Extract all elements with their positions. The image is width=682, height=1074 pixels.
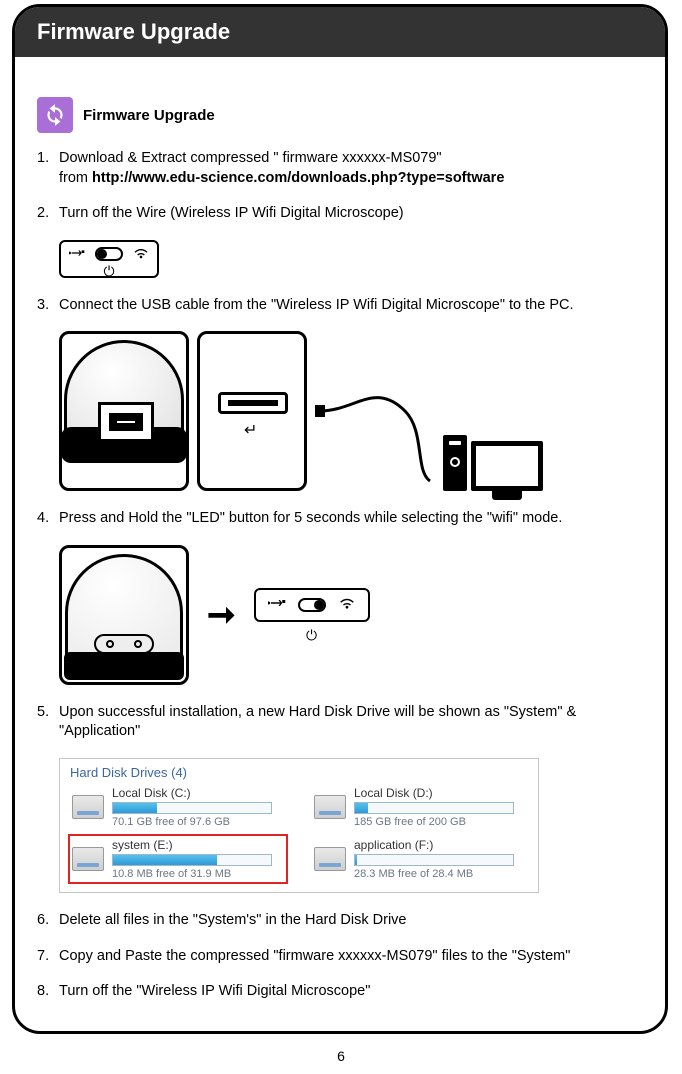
usb-icon	[268, 596, 286, 614]
page-title: Firmware Upgrade	[37, 19, 230, 45]
step-number: 7.	[37, 947, 59, 967]
refresh-icon	[37, 97, 73, 133]
drive-free: 185 GB free of 200 GB	[354, 816, 526, 828]
step-body: Upon successful installation, a new Hard…	[59, 703, 643, 742]
usb-cable-illustration	[315, 371, 435, 491]
step-2-figure: ⏻	[59, 240, 643, 278]
drive-item: Local Disk (D:) 185 GB free of 200 GB	[312, 784, 528, 830]
drive-item: application (F:) 28.3 MB free of 28.4 MB	[312, 836, 528, 882]
step-number: 1.	[37, 149, 59, 188]
drive-bar	[354, 802, 514, 814]
explorer-drives-panel: Hard Disk Drives (4) Local Disk (C:) 70.1…	[59, 758, 539, 893]
drive-name: system (E:)	[112, 838, 284, 852]
drive-info: application (F:) 28.3 MB free of 28.4 MB	[354, 838, 526, 880]
pc-illustration	[443, 435, 543, 491]
drive-info: system (E:) 10.8 MB free of 31.9 MB	[112, 838, 284, 880]
step-body: Press and Hold the "LED" button for 5 se…	[59, 509, 643, 529]
drive-name: application (F:)	[354, 838, 526, 852]
step-body: Download & Extract compressed " firmware…	[59, 149, 643, 188]
usb-port-zoom-illustration: ↵	[197, 331, 307, 491]
power-icon: ⏻	[306, 628, 317, 642]
drive-bar	[354, 854, 514, 866]
usb-icon	[69, 246, 85, 262]
page-frame: Firmware Upgrade Firmware Upgrade 1. Dow…	[12, 4, 668, 1034]
step-body: Turn off the Wire (Wireless IP Wifi Digi…	[59, 204, 643, 224]
power-icon: ⏻	[103, 264, 114, 278]
microscope-illustration	[59, 331, 189, 491]
step-8: 8. Turn off the "Wireless IP Wifi Digita…	[37, 982, 643, 1002]
wifi-icon	[338, 596, 356, 614]
step-4-figure: ➞ ⏻	[59, 545, 643, 685]
step-7: 7. Copy and Paste the compressed "firmwa…	[37, 947, 643, 967]
drive-icon	[314, 847, 346, 871]
page-number: 6	[0, 1048, 682, 1064]
step-number: 8.	[37, 982, 59, 1002]
pc-monitor-icon	[471, 441, 543, 491]
step-body: Delete all files in the "System's" in th…	[59, 911, 643, 931]
step-number: 3.	[37, 296, 59, 316]
header-band: Firmware Upgrade	[15, 7, 665, 57]
drive-icon	[314, 795, 346, 819]
drive-bar	[112, 802, 272, 814]
step-body: Turn off the "Wireless IP Wifi Digital M…	[59, 982, 643, 1002]
wifi-icon	[133, 246, 149, 262]
drive-bar	[112, 854, 272, 866]
step-number: 2.	[37, 204, 59, 224]
mode-switch-wifi-illustration: ⏻	[254, 588, 370, 642]
drive-info: Local Disk (D:) 185 GB free of 200 GB	[354, 786, 526, 828]
drive-item: system (E:) 10.8 MB free of 31.9 MB	[70, 836, 286, 882]
content-area: Firmware Upgrade 1. Download & Extract c…	[15, 57, 665, 1034]
drive-name: Local Disk (D:)	[354, 786, 526, 800]
step-3-figure: ↵	[59, 331, 643, 491]
drive-name: Local Disk (C:)	[112, 786, 284, 800]
drive-icon	[72, 847, 104, 871]
drives-grid: Local Disk (C:)70.1 GB free of 97.6 GBLo…	[70, 784, 528, 882]
section-label: Firmware Upgrade	[83, 107, 215, 124]
step-5: 5. Upon successful installation, a new H…	[37, 703, 643, 742]
step-body: Copy and Paste the compressed "firmware …	[59, 947, 643, 967]
step-1-url: http://www.edu-science.com/downloads.php…	[92, 170, 504, 186]
arrow-right-icon: ➞	[207, 595, 236, 635]
microscope-led-illustration	[59, 545, 189, 685]
drive-free: 10.8 MB free of 31.9 MB	[112, 868, 284, 880]
drive-icon	[72, 795, 104, 819]
insert-arrow-icon: ↵	[244, 420, 257, 440]
step-number: 4.	[37, 509, 59, 529]
section-heading-row: Firmware Upgrade	[37, 97, 643, 133]
step-4: 4. Press and Hold the "LED" button for 5…	[37, 509, 643, 529]
step-2: 2. Turn off the Wire (Wireless IP Wifi D…	[37, 204, 643, 224]
switch-pill-right	[298, 598, 326, 612]
mode-switch-illustration: ⏻	[59, 240, 159, 278]
step-1: 1. Download & Extract compressed " firmw…	[37, 149, 643, 188]
step-number: 5.	[37, 703, 59, 742]
step-1-line2a: from	[59, 170, 92, 186]
step-5-figure: Hard Disk Drives (4) Local Disk (C:) 70.1…	[59, 758, 643, 893]
drive-info: Local Disk (C:) 70.1 GB free of 97.6 GB	[112, 786, 284, 828]
pc-tower-icon	[443, 435, 467, 491]
drive-free: 70.1 GB free of 97.6 GB	[112, 816, 284, 828]
step-1-line1: Download & Extract compressed " firmware…	[59, 150, 442, 166]
step-6: 6. Delete all files in the "System's" in…	[37, 911, 643, 931]
step-number: 6.	[37, 911, 59, 931]
drive-free: 28.3 MB free of 28.4 MB	[354, 868, 526, 880]
drive-item: Local Disk (C:) 70.1 GB free of 97.6 GB	[70, 784, 286, 830]
step-body: Connect the USB cable from the "Wireless…	[59, 296, 643, 316]
drives-heading: Hard Disk Drives (4)	[70, 765, 528, 780]
refresh-icon-svg	[42, 102, 68, 128]
step-3: 3. Connect the USB cable from the "Wirel…	[37, 296, 643, 316]
switch-pill-left	[95, 247, 123, 261]
